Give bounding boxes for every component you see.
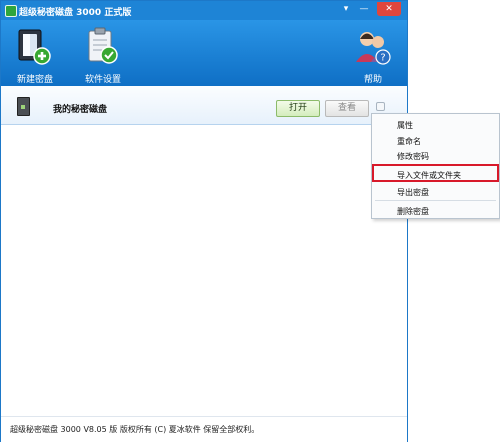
- main-window: 超级秘密磁盘 3000 正式版 ▾ — ✕ 新建密盘 软件设置 ? 帮助 我的秘…: [0, 0, 408, 442]
- app-icon: [5, 5, 17, 17]
- toolbar: 新建密盘 软件设置 ? 帮助: [1, 20, 407, 86]
- window-title: 超级秘密磁盘 3000 正式版: [19, 8, 132, 18]
- menu-item-properties[interactable]: 属性: [397, 120, 413, 131]
- menu-item-delete-disk[interactable]: 删除密盘: [397, 206, 429, 217]
- menu-item-export-disk[interactable]: 导出密盘: [397, 187, 429, 198]
- open-button[interactable]: 打开: [276, 100, 320, 117]
- status-text: 超级秘密磁盘 3000 V8.05 版 版权所有 (C) 夏冰软件 保留全部权利…: [10, 425, 260, 434]
- view-button[interactable]: 查看: [325, 100, 369, 117]
- close-button[interactable]: ✕: [377, 2, 401, 16]
- context-menu: 属性 重命名 修改密码 导入文件或文件夹 导出密盘 删除密盘: [371, 113, 500, 219]
- menu-item-change-password[interactable]: 修改密码: [397, 151, 429, 162]
- help-label: 帮助: [363, 75, 382, 85]
- new-disk-button[interactable]: 新建密盘: [5, 26, 65, 85]
- help-button[interactable]: ? 帮助: [343, 26, 403, 85]
- status-bar: 超级秘密磁盘 3000 V8.05 版 版权所有 (C) 夏冰软件 保留全部权利…: [1, 416, 407, 442]
- settings-button[interactable]: 软件设置: [73, 26, 133, 85]
- svg-text:?: ?: [380, 53, 385, 64]
- menu-item-import-files[interactable]: 导入文件或文件夹: [397, 170, 461, 181]
- settings-label: 软件设置: [84, 75, 121, 85]
- new-disk-label: 新建密盘: [16, 75, 53, 85]
- minimize-button[interactable]: —: [355, 2, 373, 16]
- clipboard-check-icon: [88, 27, 118, 64]
- support-agents-icon: ?: [356, 32, 391, 65]
- menu-separator: [375, 200, 496, 201]
- hard-disk-icon: [17, 97, 30, 116]
- menu-dropdown-icon[interactable]: ▾: [337, 2, 355, 16]
- menu-item-rename[interactable]: 重命名: [397, 136, 421, 147]
- safe-add-icon: [18, 29, 51, 65]
- title-bar[interactable]: 超级秘密磁盘 3000 正式版 ▾ — ✕: [1, 1, 407, 20]
- more-options-icon[interactable]: [376, 102, 385, 111]
- disk-name: 我的秘密磁盘: [53, 105, 108, 115]
